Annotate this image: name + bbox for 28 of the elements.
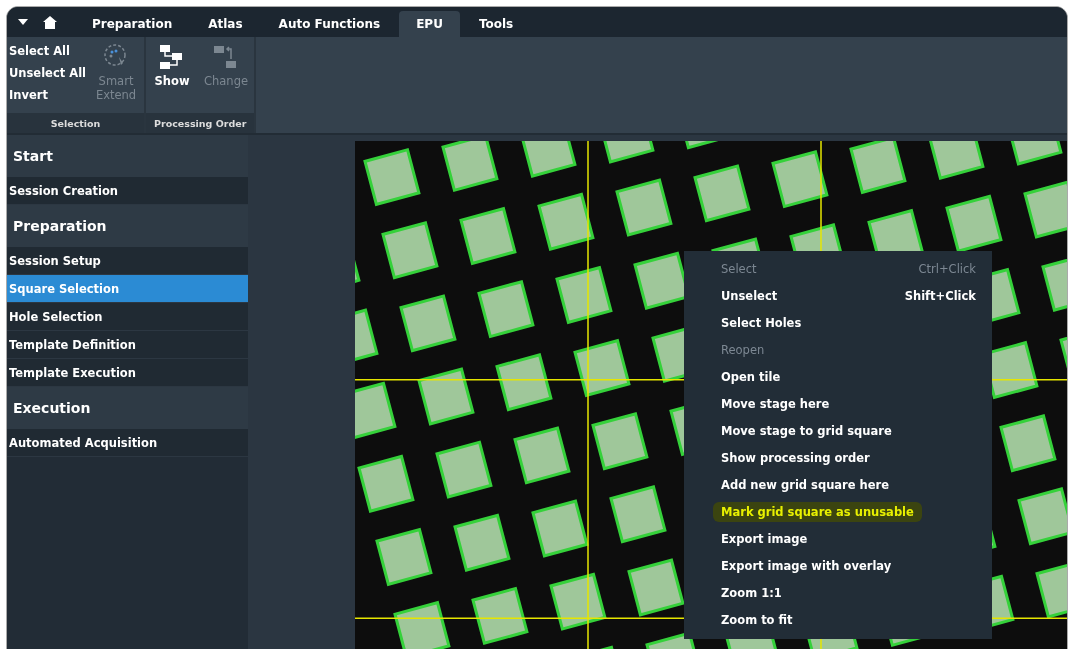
menu-item[interactable]: Zoom 1:1 bbox=[684, 579, 992, 606]
sidebar-item[interactable]: Square Selection bbox=[7, 275, 248, 303]
group-label: Processing Order bbox=[146, 113, 255, 133]
menu-item[interactable]: Zoom to fit bbox=[684, 606, 992, 633]
section-header: Preparation bbox=[7, 205, 248, 247]
ribbon-button[interactable]: Select All bbox=[9, 40, 86, 62]
menu-item[interactable]: Unselect Shift+Click bbox=[684, 282, 992, 309]
shortcut-label: Ctrl+Click bbox=[918, 261, 976, 276]
menu-item[interactable]: Move stage here bbox=[684, 390, 992, 417]
section-header: Execution bbox=[7, 387, 248, 429]
menu-item[interactable]: Select Holes bbox=[684, 309, 992, 336]
menu-item[interactable]: Open tile bbox=[684, 363, 992, 390]
shortcut-label: Shift+Click bbox=[904, 288, 976, 303]
home-icon[interactable] bbox=[43, 15, 57, 29]
section-header: Start bbox=[7, 135, 248, 177]
menu-item[interactable]: Export image with overlay bbox=[684, 552, 992, 579]
tab[interactable]: EPU bbox=[399, 11, 460, 37]
group-label: Selection bbox=[7, 113, 144, 133]
menu-item[interactable]: Add new grid square here bbox=[684, 471, 992, 498]
menu-item[interactable]: Export image bbox=[684, 525, 992, 552]
menu-item[interactable]: Show processing order bbox=[684, 444, 992, 471]
ribbon-button[interactable]: Unselect All bbox=[9, 62, 86, 84]
flowchart-icon bbox=[159, 44, 185, 70]
ribbon-button[interactable]: Show bbox=[148, 40, 196, 92]
ribbon-button[interactable]: Invert bbox=[9, 84, 86, 106]
reorder-icon bbox=[213, 44, 239, 70]
caret-icon[interactable] bbox=[17, 18, 29, 26]
menu-item[interactable]: Move stage to grid square bbox=[684, 417, 992, 444]
